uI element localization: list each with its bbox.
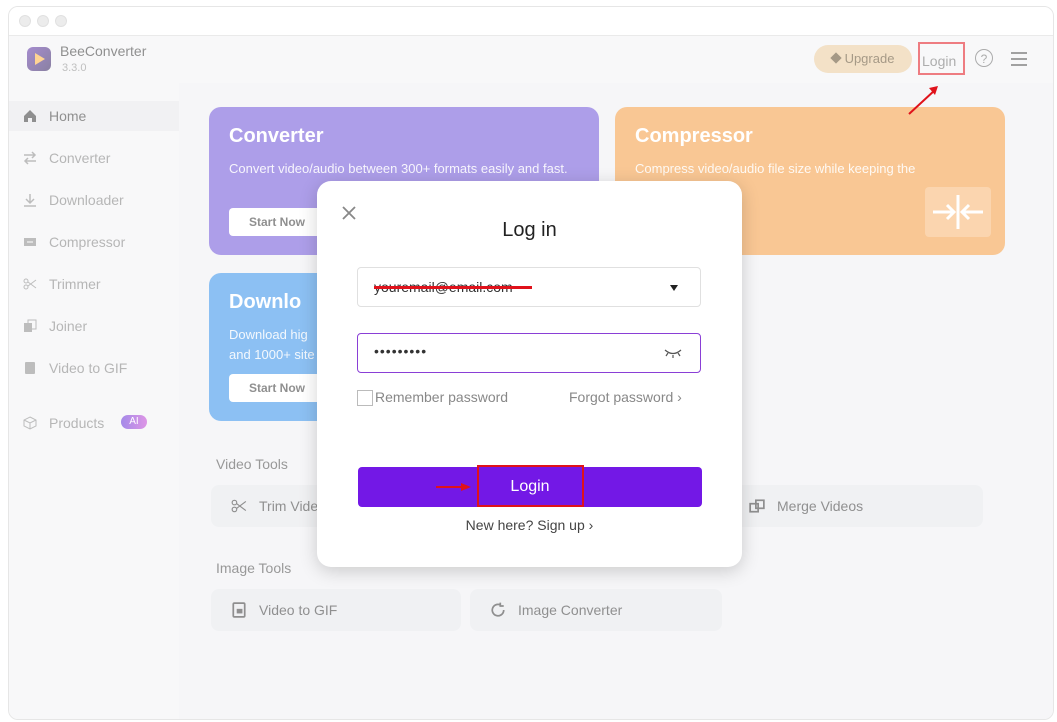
login-modal: Log in youremail@email.com ••••••••• Rem…	[317, 181, 742, 567]
password-field[interactable]: •••••••••	[357, 333, 701, 373]
signup-link[interactable]: New here? Sign up ›	[317, 517, 742, 533]
forgot-password-link[interactable]: Forgot password ›	[569, 389, 682, 405]
chevron-down-icon[interactable]	[670, 285, 678, 291]
remember-password-label: Remember password	[375, 389, 509, 405]
login-button-highlight-box	[477, 465, 584, 507]
annotation-arrow-login	[908, 86, 938, 115]
redaction-strike	[374, 286, 532, 289]
remember-password-checkbox[interactable]	[357, 390, 373, 406]
eye-closed-icon[interactable]	[664, 348, 682, 358]
annotation-arrow-button	[436, 483, 471, 491]
password-value: •••••••••	[374, 343, 428, 359]
email-select[interactable]: youremail@email.com	[357, 267, 701, 307]
modal-title: Log in	[502, 219, 557, 241]
